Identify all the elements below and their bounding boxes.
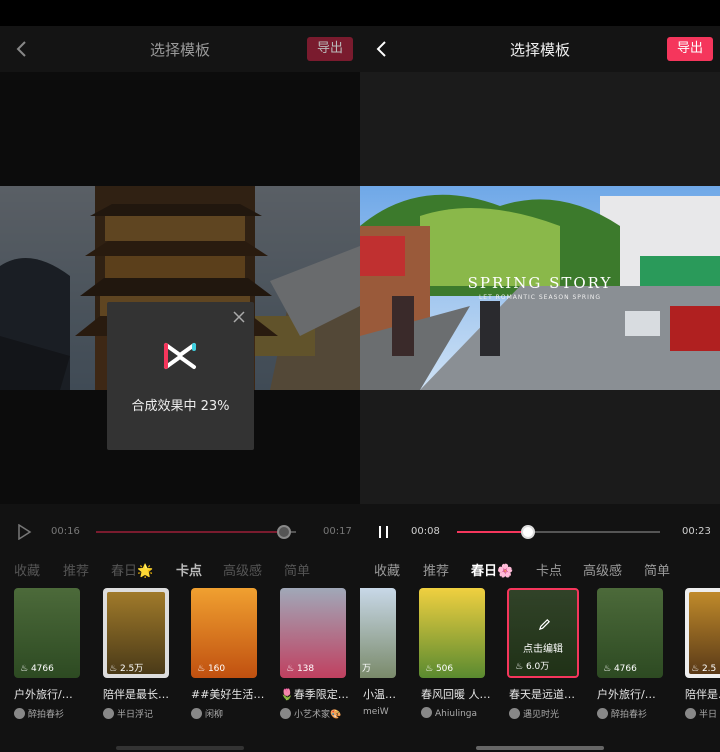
current-time: 00:08 [411, 526, 440, 537]
template-author: 闲柳 [191, 707, 223, 720]
template-caption: 陪伴是最长… [103, 688, 169, 701]
progress-fill [96, 531, 284, 533]
current-time: 00:16 [51, 526, 80, 537]
likes-count: 万 [362, 664, 372, 674]
tab-premium[interactable]: 高级感 [583, 560, 622, 579]
template-card[interactable]: ♨ 138 [280, 588, 346, 678]
preview-title: SPRING STORY [467, 274, 613, 292]
template-caption: 春风回暖 人… [421, 688, 491, 701]
total-time: 00:23 [682, 526, 711, 537]
category-tabs: 收藏 推荐 春日🌟 卡点 高级感 简单 [0, 556, 360, 584]
progress-modal: 合成效果中 23% [107, 302, 254, 450]
progress-message: 合成效果中 23% [131, 399, 230, 414]
tab-premium[interactable]: 高级感 [223, 560, 262, 579]
export-button[interactable]: 导出 [667, 37, 713, 61]
template-card[interactable]: ♨ 4766 [14, 588, 80, 678]
progress-fill [457, 531, 529, 533]
tab-spring[interactable]: 春日🌸 [471, 560, 513, 579]
progress-knob[interactable] [277, 525, 291, 539]
avatar [597, 708, 608, 719]
avatar [509, 708, 520, 719]
template-author: 醉拍春衫 [14, 707, 64, 720]
progress-track[interactable] [96, 525, 296, 539]
capcut-logo-icon [164, 343, 196, 369]
home-indicator [476, 746, 604, 750]
likes-count: ♨ 506 [425, 664, 454, 674]
close-icon[interactable] [233, 311, 245, 323]
progress-knob[interactable] [521, 525, 536, 539]
avatar [421, 707, 432, 718]
template-author: meiW [363, 707, 389, 717]
template-caption: 户外旅行/… [14, 688, 73, 701]
total-time: 00:17 [323, 526, 352, 537]
edit-label: 点击编辑 [523, 644, 563, 655]
template-card[interactable]: 万 [360, 588, 396, 678]
template-caption: ##美好生活… [191, 688, 265, 701]
template-author: 半日浮记 [103, 707, 153, 720]
template-card[interactable]: ♨ 2.5万 [103, 588, 169, 678]
template-author: 小艺术家🎨 [280, 707, 341, 720]
export-button[interactable]: 导出 [307, 37, 353, 61]
tab-beat[interactable]: 卡点 [176, 560, 202, 579]
status-bar [360, 0, 720, 26]
category-tabs: 收藏 推荐 春日🌸 卡点 高级感 简单 [360, 556, 720, 584]
preview-frame: SPRING STORY LET ROMANTIC SEASON SPRING [360, 186, 720, 390]
preview-subtitle: LET ROMANTIC SEASON SPRING [478, 294, 602, 301]
template-card[interactable]: ♨ 4766 [597, 588, 663, 678]
template-card[interactable]: ♨ 506 [419, 588, 485, 678]
template-card-selected[interactable]: 点击编辑 ♨ 6.0万 [507, 588, 579, 678]
tab-recommended[interactable]: 推荐 [423, 560, 449, 579]
tab-simple[interactable]: 简单 [644, 560, 670, 579]
likes-count: ♨ 4766 [603, 664, 637, 674]
template-list: ♨ 4766 ♨ 2.5万 ♨ 160 ♨ 138 户外旅行/… 陪伴是最长… … [0, 588, 360, 728]
pause-icon[interactable] [376, 524, 392, 540]
progress-track[interactable] [457, 525, 660, 539]
tab-spring[interactable]: 春日🌟 [111, 560, 153, 579]
template-author: 醉拍春衫 [597, 707, 647, 720]
avatar [191, 708, 202, 719]
likes-count: ♨ 6.0万 [515, 662, 550, 672]
avatar [280, 708, 291, 719]
likes-count: ♨ 4766 [20, 664, 54, 674]
template-caption: 春天是远道… [509, 688, 575, 701]
template-card[interactable]: ♨ 160 [191, 588, 257, 678]
page-title: 选择模板 [149, 41, 210, 59]
template-caption: 小温… [363, 688, 396, 701]
template-caption: 户外旅行/… [597, 688, 656, 701]
likes-count: ♨ 2.5 [691, 664, 717, 674]
play-icon[interactable] [16, 524, 32, 540]
top-bar: 选择模板 导出 [360, 26, 720, 72]
tab-beat[interactable]: 卡点 [536, 560, 562, 579]
status-bar [0, 0, 360, 26]
pencil-icon [538, 619, 550, 631]
avatar [14, 708, 25, 719]
likes-count: ♨ 160 [197, 664, 226, 674]
home-indicator [116, 746, 244, 750]
template-author: 遇见时光 [509, 707, 559, 720]
template-caption: 🌷春季限定… [280, 688, 349, 701]
template-list: 万 ♨ 506 点击编辑 ♨ 6.0万 ♨ 4766 ♨ 2.5 小温… 春风回… [360, 588, 720, 728]
template-author: Ahiulinga [421, 707, 477, 719]
template-card[interactable]: ♨ 2.5 [685, 588, 720, 678]
player-controls: 00:08 00:23 [360, 504, 720, 558]
template-author: 半日 [685, 707, 717, 720]
left-screen: 选择模板 导出 合成效果中 23% 00:16 00:17 收藏 推荐 春日🌟 … [0, 0, 360, 752]
tab-recommended[interactable]: 推荐 [63, 560, 89, 579]
right-screen: 选择模板 导出 SPRING STORY LET ROMANTIC SEASON… [360, 0, 720, 752]
template-caption: 陪伴是… [685, 688, 720, 701]
top-bar: 选择模板 导出 [0, 26, 360, 72]
tab-favorites[interactable]: 收藏 [374, 560, 400, 579]
page-title: 选择模板 [509, 41, 570, 59]
avatar [685, 708, 696, 719]
video-preview[interactable]: SPRING STORY LET ROMANTIC SEASON SPRING [360, 72, 720, 504]
tab-simple[interactable]: 简单 [284, 560, 310, 579]
avatar [103, 708, 114, 719]
tab-favorites[interactable]: 收藏 [14, 560, 40, 579]
player-controls: 00:16 00:17 [0, 504, 360, 558]
likes-count: ♨ 138 [286, 664, 315, 674]
likes-count: ♨ 2.5万 [109, 664, 144, 674]
